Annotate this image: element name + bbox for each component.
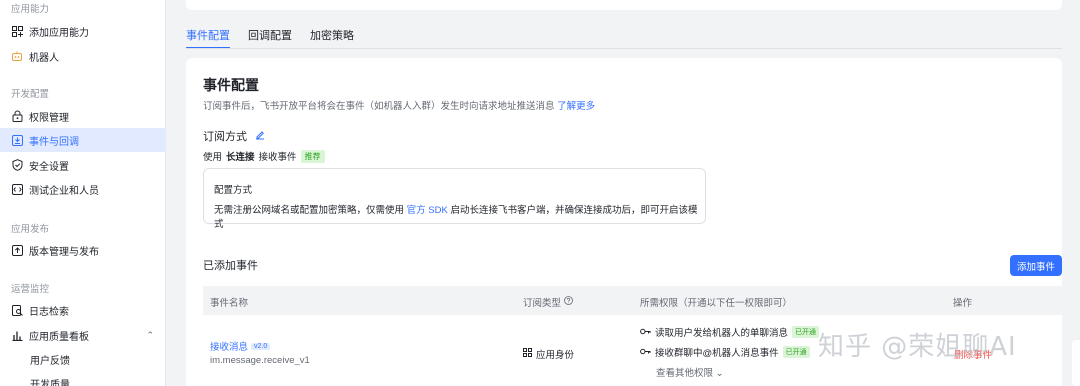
learn-more-link[interactable]: 了解更多 [557, 101, 595, 112]
more-permissions-link[interactable]: 查看其他权限 ⌄ [656, 365, 724, 379]
sidebar-item-label: 机器人 [29, 52, 59, 64]
sidebar-item-label: 安全设置 [29, 161, 69, 173]
config-method-title: 配置方式 [214, 185, 253, 196]
test-icon [11, 183, 23, 195]
subscription-type: 应用身份 [523, 347, 574, 361]
description-text: 订阅事件后，飞书开放平台将会在事件（如机器人入群）发生时向请求地址推送消息 [203, 101, 555, 112]
config-desc-prefix: 无需注册公网域名或配置加密策略，仅需使用 [214, 205, 405, 216]
sidebar-item-version[interactable]: 版本管理与发布 [0, 238, 166, 262]
sidebar-item-security[interactable]: 安全设置 [0, 153, 166, 177]
sidebar-item-permission[interactable]: 权限管理 [0, 104, 166, 128]
sidebar: 应用能力 添加应用能力 机器人 开发配置 权限管理 事件与回调 安全设置 测试企… [0, 0, 166, 386]
sidebar-item-label: 版本管理与发布 [29, 246, 99, 258]
usage-mode-value: 长连接 [226, 152, 255, 163]
section-app-ability: 应用能力 [11, 4, 50, 15]
sidebar-item-label: 开发质量 [30, 379, 70, 386]
sidebar-item-label: 添加应用能力 [29, 27, 89, 39]
section-dev-config: 开发配置 [11, 89, 50, 100]
col-sub-type: 订阅类型 [523, 295, 573, 309]
col-event-name: 事件名称 [210, 298, 249, 309]
events-table-header: 事件名称 订阅类型 所需权限（开通以下任一权限即可） 操作 [203, 286, 1062, 315]
section-ops-monitor: 运营监控 [11, 284, 50, 295]
sidebar-item-label: 权限管理 [29, 112, 69, 124]
permission-text: 接收群聊中@机器人消息事件 [655, 348, 779, 359]
page-description: 订阅事件后，飞书开放平台将会在事件（如机器人入群）发生时向请求地址推送消息 了解… [203, 98, 595, 112]
usage-mode: 使用 长连接 接收事件 推荐 [203, 149, 325, 163]
usage-suffix: 接收事件 [258, 152, 297, 163]
version-badge: v2.0 [251, 342, 271, 350]
event-icon [11, 134, 23, 146]
event-name: 接收消息 [210, 342, 249, 353]
recommended-badge: 推荐 [300, 149, 325, 163]
usage-prefix: 使用 [203, 152, 223, 163]
sidebar-item-label: 测试企业和人员 [29, 185, 99, 197]
status-badge: 已开通 [792, 326, 820, 338]
sidebar-item-add-ability[interactable]: 添加应用能力 [0, 19, 166, 43]
add-event-button[interactable]: 添加事件 [1010, 255, 1062, 276]
tab-bar: 事件配置 回调配置 加密策略 [186, 27, 354, 49]
watermark: 知乎 @荣姐聊AI [818, 332, 1017, 362]
col-sub-type-label: 订阅类型 [523, 298, 562, 309]
col-perms: 所需权限（开通以下任一权限即可） [640, 298, 793, 309]
tab-callback-config[interactable]: 回调配置 [248, 27, 292, 49]
subscribe-mode: 订阅方式 [203, 128, 265, 144]
config-method-box: 配置方式 无需注册公网域名或配置加密策略，仅需使用 官方 SDK 启动长连接飞书… [203, 168, 706, 230]
sidebar-item-events[interactable]: 事件与回调 [0, 128, 166, 152]
tab-event-config[interactable]: 事件配置 [186, 27, 230, 49]
scrollbar[interactable] [1072, 340, 1080, 386]
permission-item: 接收群聊中@机器人消息事件 已开通 [640, 345, 810, 359]
key-icon [640, 347, 651, 358]
page-title: 事件配置 [203, 77, 259, 93]
key-icon [640, 327, 651, 338]
sidebar-item-bot[interactable]: 机器人 [0, 44, 166, 68]
subscribe-mode-label: 订阅方式 [203, 131, 247, 143]
status-badge: 已开通 [782, 346, 810, 358]
permission-item: 读取用户发给机器人的单聊消息 已开通 [640, 325, 820, 339]
sidebar-item-label: 事件与回调 [29, 136, 79, 148]
more-permissions-label: 查看其他权限 [656, 368, 714, 379]
config-method-desc: 无需注册公网域名或配置加密策略，仅需使用 官方 SDK 启动长连接飞书客户端，并… [214, 202, 705, 230]
sidebar-item-log-search[interactable]: 日志检索 [0, 298, 166, 322]
grid-plus-icon [11, 25, 23, 37]
chevron-down-icon: ⌄ [715, 368, 724, 379]
sidebar-item-test-org[interactable]: 测试企业和人员 [0, 177, 166, 201]
app-grid-icon [523, 348, 532, 360]
sidebar-item-label: 应用质量看板 [29, 331, 89, 343]
bar-chart-icon [11, 329, 23, 341]
tab-encrypt-strategy[interactable]: 加密策略 [310, 27, 354, 49]
sidebar-item-label: 用户反馈 [30, 355, 70, 367]
log-search-icon [11, 304, 23, 316]
sidebar-item-quality-board[interactable]: 应用质量看板 ⌃ [0, 323, 166, 347]
added-events-title: 已添加事件 [203, 260, 258, 272]
sub-type-value: 应用身份 [536, 350, 575, 361]
sidebar-item-label: 日志检索 [29, 306, 69, 318]
official-sdk-link[interactable]: 官方 SDK [407, 205, 448, 216]
event-code: im.message.receive_v1 [210, 355, 310, 366]
shield-icon [11, 159, 23, 171]
section-app-release: 应用发布 [11, 224, 50, 235]
tab-divider [186, 48, 1062, 49]
permission-text: 读取用户发给机器人的单聊消息 [655, 328, 789, 339]
upload-icon [11, 244, 23, 256]
chevron-up-icon[interactable]: ⌃ [146, 330, 154, 341]
top-card [186, 0, 1062, 10]
sidebar-item-user-feedback[interactable]: 用户反馈 [0, 347, 166, 371]
robot-icon [11, 50, 23, 62]
col-ops: 操作 [953, 298, 973, 309]
sidebar-item-dev-quality[interactable]: 开发质量 [0, 371, 166, 386]
edit-icon[interactable] [255, 130, 265, 143]
help-icon[interactable] [564, 296, 573, 308]
lock-icon [11, 110, 23, 122]
event-name-link[interactable]: 接收消息 v2.0 [210, 339, 271, 353]
